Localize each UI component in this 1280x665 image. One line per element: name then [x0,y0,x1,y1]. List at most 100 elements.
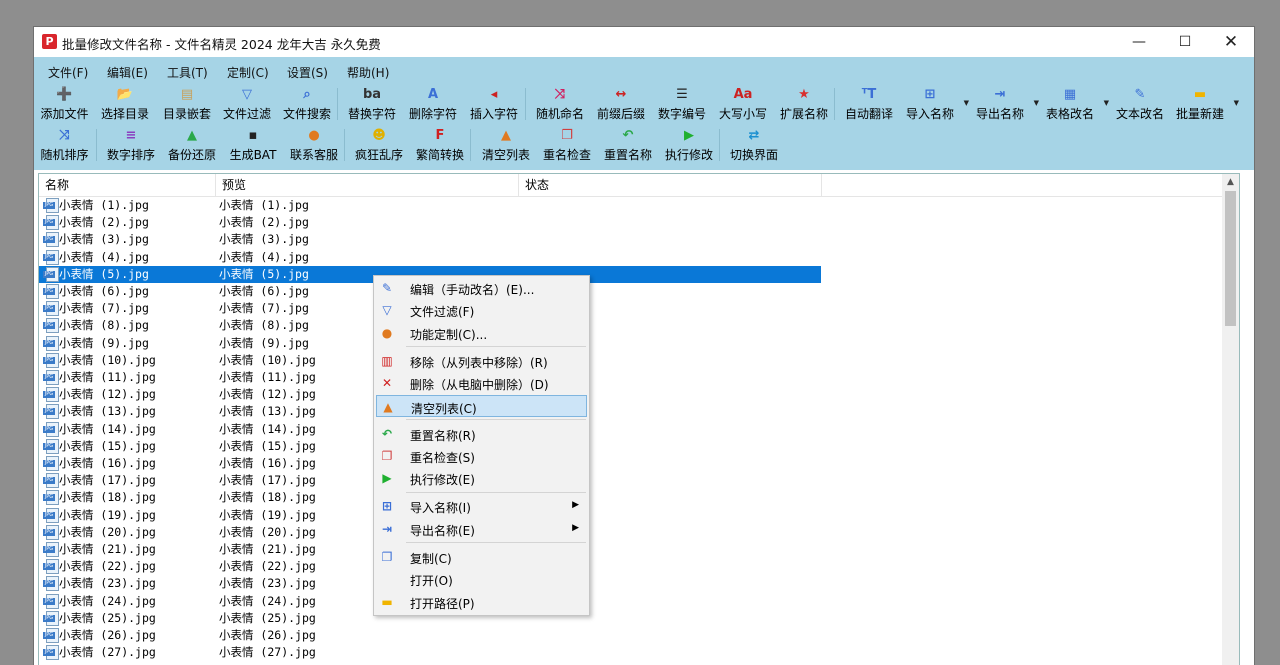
toolbar-translate-button[interactable]: ᵀT 自动翻译 [840,87,898,121]
file-type-badge: JPG [43,442,55,450]
close-button[interactable]: ✕ [1208,27,1254,57]
file-type-badge: JPG [43,477,55,485]
jpg-file-icon: JPG [43,628,59,643]
toolbar-backup-button[interactable]: ▲ 备份还原 [163,128,221,162]
column-header-status[interactable]: 状态 [519,174,822,196]
context-menu-item[interactable]: ▶ 执行修改(E) [376,467,587,489]
toolbar-reset-button[interactable]: ↶ 重置名称 [599,128,657,162]
context-menu-item[interactable]: ▬ 打开路径(P) [376,591,587,613]
file-list[interactable]: 名称 预览 状态 JPG 小表情 (1).jpg 小表情 (1).jpg JPG 小表情… [38,173,1240,665]
context-menu-label: 删除（从电脑中删除）(D) [410,378,549,393]
jpg-file-icon: JPG [43,645,59,661]
file-name-cell: 小表情 (20).jpg [59,524,156,539]
menu-customize[interactable]: 定制(C) [227,64,269,81]
toolbar-delete-char-button[interactable]: A 删除字符 [404,87,462,121]
toolbar-support-button[interactable]: ● 联系客服 [285,128,343,162]
context-menu-item[interactable]: ▲ 清空列表(C) [376,394,587,417]
toolbar-duplicate-check-button[interactable]: ❐ 重名检查 [538,128,596,162]
context-menu-item[interactable]: ▽ 文件过滤(F) [376,299,587,321]
toolbar-prefix-suffix-button[interactable]: ↔ 前缀后缀 [592,87,650,121]
file-name-cell: 小表情 (25).jpg [59,610,156,625]
menu-edit[interactable]: 编辑(E) [107,64,148,81]
title-bar[interactable]: P 批量修改文件名称 - 文件名精灵 2024 龙年大吉 永久免费 — ☐ ✕ [34,27,1254,57]
toolbar-filter-button[interactable]: ▽ 文件过滤 [218,87,276,121]
toolbar-insert-char-button[interactable]: ◂ 插入字符 [465,87,523,121]
toolbar-replace-button[interactable]: ba 替换字符 [343,87,401,121]
table-row[interactable]: JPG 小表情 (27).jpg 小表情 (27).jpg [39,644,821,661]
table-row[interactable]: JPG 小表情 (3).jpg 小表情 (3).jpg [39,231,821,248]
toolbar-batch-folder-button[interactable]: ▬ 批量新建 ▼ [1171,87,1239,121]
toolbar-export-button[interactable]: ⇥ 导出名称 ▼ [971,87,1039,121]
toolbar-folder-button[interactable]: 📂 选择目录 [96,87,154,121]
window-title: 批量修改文件名称 - 文件名精灵 2024 龙年大吉 永久免费 [62,37,381,52]
toolbar-broom-button[interactable]: ▲ 清空列表 [476,128,536,162]
table-row[interactable]: JPG 小表情 (2).jpg 小表情 (2).jpg [39,214,821,231]
toolbar-bat-button[interactable]: ▪ 生成BAT [224,128,282,162]
file-name-cell: 小表情 (27).jpg [59,645,156,660]
toolbar-shuffle-button[interactable]: ⤨ 随机命名 [531,87,589,121]
jpg-file-icon: JPG [43,490,59,506]
context-menu-separator [406,419,586,420]
dropdown-arrow-icon[interactable]: ▼ [1234,99,1239,107]
toolbar-separator [344,129,345,161]
toolbar-table-button[interactable]: ▦ 表格改名 ▼ [1041,87,1109,121]
toolbar-crazy-shuffle-button[interactable]: ☻ 疯狂乱序 [350,128,408,162]
toolbar-numbering-button[interactable]: ☰ 数字编号 [653,87,711,121]
table-row[interactable]: JPG 小表情 (1).jpg 小表情 (1).jpg [39,197,821,214]
context-menu-item[interactable]: ❐ 重名检查(S) [376,445,587,467]
jpg-file-icon: JPG [43,318,59,334]
menu-tools[interactable]: 工具(T) [167,64,208,81]
broom-icon: ▲ [383,399,393,414]
dropdown-arrow-icon[interactable]: ▼ [1034,99,1039,107]
context-menu-item[interactable]: ⇥ 导出名称(E) ▶ [376,518,587,540]
file-preview-cell: 小表情 (15).jpg [219,438,316,453]
dropdown-arrow-icon[interactable]: ▼ [1104,99,1109,107]
file-preview-cell: 小表情 (20).jpg [219,524,316,539]
context-menu-item[interactable]: 打开(O) [376,568,587,590]
toolbar-random-sort-button[interactable]: ⤨ 随机排序 [37,128,92,162]
file-preview-cell: 小表情 (3).jpg [219,232,309,247]
menu-settings[interactable]: 设置(S) [287,64,328,81]
scrollbar-thumb[interactable] [1225,191,1236,326]
scroll-up-arrow-icon[interactable]: ▲ [1222,174,1239,190]
file-type-badge: JPG [43,597,55,605]
toolbar-button-label: 繁简转换 [415,148,464,162]
file-name-cell: 小表情 (16).jpg [59,456,156,470]
export-icon: ⇥ [994,87,1006,102]
table-row[interactable]: JPG 小表情 (26).jpg 小表情 (26).jpg [39,627,821,644]
toolbar-nested-folder-button[interactable]: ▤ 目录嵌套 [158,87,216,121]
file-preview-cell: 小表情 (22).jpg [219,559,316,574]
menu-help[interactable]: 帮助(H) [347,64,389,81]
toolbar-edit-text-button[interactable]: ✎ 文本改名 [1111,87,1169,121]
context-menu-item[interactable]: ↶ 重置名称(R) [376,423,587,445]
toolbar-convert-button[interactable]: F 繁简转换 [411,128,469,162]
context-menu-item[interactable]: ✎ 编辑（手动改名）(E)... [376,277,587,299]
toolbar-button-label: 疯狂乱序 [354,148,403,162]
toolbar-case-button[interactable]: Aa 大写小写 [714,87,772,121]
table-row[interactable]: JPG 小表情 (4).jpg 小表情 (4).jpg [39,249,821,266]
vertical-scrollbar[interactable]: ▲ [1222,174,1239,665]
context-menu-item[interactable]: ● 功能定制(C)... [376,322,587,344]
file-type-badge: JPG [43,546,55,553]
context-menu-item[interactable]: ⊞ 导入名称(I) ▶ [376,495,587,517]
minimize-button[interactable]: — [1116,27,1162,57]
context-menu-item[interactable]: ▥ 移除（从列表中移除）(R) [376,350,587,372]
column-header-preview[interactable]: 预览 [216,174,519,196]
toolbar-import-button[interactable]: ⊞ 导入名称 ▼ [901,87,969,121]
toolbar-add-file-button[interactable]: ➕ 添加文件 [37,87,92,121]
maximize-button[interactable]: ☐ [1162,27,1208,57]
context-menu-item[interactable]: ✕ 删除（从电脑中删除）(D) [376,372,587,394]
column-header-name[interactable]: 名称 [39,174,216,196]
toolbar-search-button[interactable]: ⌕ 文件搜索 [278,87,336,121]
translate-icon: ᵀT [861,87,877,102]
toolbar-number-sort-button[interactable]: ≡ 数字排序 [102,128,160,162]
menu-file[interactable]: 文件(F) [48,64,88,81]
dropdown-arrow-icon[interactable]: ▼ [964,99,969,107]
toolbar-button-label: 前缀后缀 [596,107,645,121]
context-menu-item[interactable]: ❐ 复制(C) [376,546,587,568]
file-type-badge: JPG [43,460,55,467]
toolbar-switch-ui-button[interactable]: ⇄ 切换界面 [725,128,783,162]
batch-folder-icon: ▬ [1193,87,1207,102]
toolbar-star-button[interactable]: ★ 扩展名称 [775,87,833,121]
toolbar-run-button[interactable]: ▶ 执行修改 [660,128,718,162]
